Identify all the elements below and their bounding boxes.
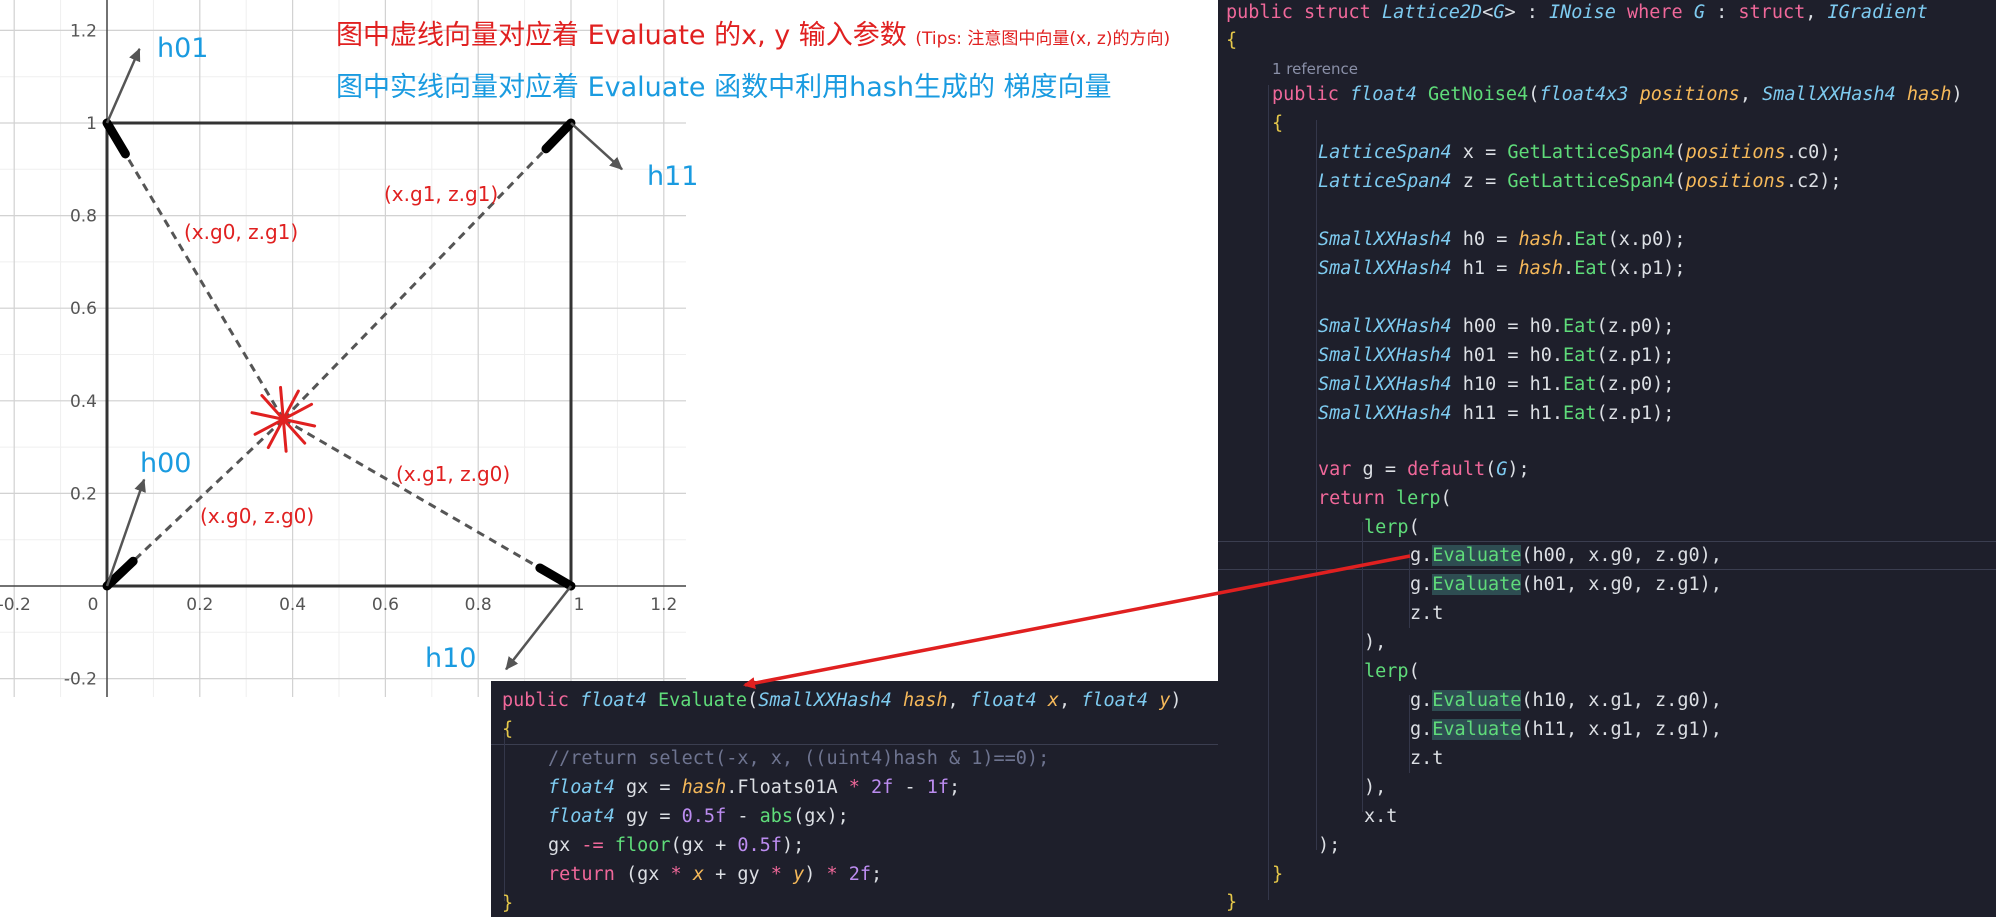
x-tick-label: 0	[88, 595, 99, 615]
x-tick-label: 0.8	[465, 595, 492, 615]
gradient-vector-h11	[570, 122, 623, 171]
code-line: public struct Lattice2D<G> : INoise wher…	[1226, 2, 1928, 23]
label-g10: (x.g1, z.g0)	[396, 462, 510, 486]
gradient-vectors	[105, 48, 623, 671]
x-tick-label: -0.2	[0, 595, 31, 615]
code-line: return lerp(	[1318, 488, 1452, 509]
code-line: //return select(-x, x, ((uint4)hash & 1)…	[548, 748, 1050, 769]
gradient-vector-h01	[105, 48, 141, 124]
code-line: {	[502, 719, 514, 740]
axes	[0, 0, 686, 697]
code-line: SmallXXHash4 h00 = h0.Eat(z.p0);	[1318, 316, 1675, 337]
label-h11: h11	[647, 161, 698, 192]
label-h00: h00	[140, 448, 191, 479]
annotation-dashed-vectors: 图中虚线向量对应着 Evaluate 的x, y 输入参数 (Tips: 注意图…	[336, 13, 1170, 52]
code-line: float4 gx = hash.Floats01A * 2f - 1f;	[548, 777, 961, 798]
label-g11: (x.g1, z.g1)	[384, 182, 498, 206]
y-tick-label: 0.4	[70, 392, 97, 412]
dashed-vector-11	[282, 121, 573, 421]
code-line: public float4 Evaluate(SmallXXHash4 hash…	[502, 690, 1182, 711]
corner-mark-01	[102, 118, 130, 159]
label-g00: (x.g0, z.g0)	[200, 504, 314, 528]
code-line: lerp(	[1364, 517, 1420, 538]
code-line: );	[1318, 835, 1341, 856]
x-tick-label: 1	[574, 595, 585, 615]
code-line: g.Evaluate(h10, x.g1, z.g0),	[1410, 690, 1722, 711]
indent-guide	[1362, 522, 1363, 812]
code-line: }	[1272, 864, 1284, 885]
code-line: }	[1226, 892, 1238, 913]
corner-mark-10	[535, 563, 576, 591]
code-line: z.t	[1410, 748, 1444, 769]
code-line: {	[1226, 30, 1238, 51]
y-tick-label: 1.2	[70, 21, 97, 41]
code-line: x.t	[1364, 806, 1398, 827]
code-line: SmallXXHash4 h1 = hash.Eat(x.p1);	[1318, 258, 1686, 279]
annotation-tips: (Tips: 注意图中向量(x, z)的方向)	[915, 29, 1171, 49]
code-line: float4 gy = 0.5f - abs(gx);	[548, 806, 849, 827]
dashed-vector-01	[105, 122, 285, 421]
indent-guide	[1316, 120, 1317, 850]
code-editor-evaluate[interactable]: public float4 Evaluate(SmallXXHash4 hash…	[491, 681, 1218, 917]
label-h10: h10	[425, 643, 476, 674]
code-line: ),	[1364, 632, 1387, 653]
y-tick-label: 0.8	[70, 207, 97, 227]
dashed-vector-10	[282, 418, 572, 588]
label-h01: h01	[157, 33, 208, 64]
code-line: {	[1272, 113, 1284, 134]
y-tick-label: 1	[86, 114, 97, 134]
code-line: gx -= floor(gx + 0.5f);	[548, 835, 805, 856]
code-line: LatticeSpan4 z = GetLatticeSpan4(positio…	[1318, 171, 1842, 192]
code-editor-getnoise4[interactable]: public struct Lattice2D<G> : INoise wher…	[1218, 0, 1996, 917]
code-line: g.Evaluate(h01, x.g0, z.g1),	[1410, 574, 1722, 595]
code-line: public float4 GetNoise4(float4x3 positio…	[1272, 84, 1963, 105]
code-line: SmallXXHash4 h0 = hash.Eat(x.p0);	[1318, 229, 1686, 250]
indent-guide	[504, 733, 505, 901]
code-line: return (gx * x + gy * y) * 2f;	[548, 864, 883, 885]
code-line: z.t	[1410, 603, 1444, 624]
indent-guide	[1268, 85, 1269, 900]
x-tick-label: 1.2	[650, 595, 677, 615]
y-tick-label: 0.2	[70, 484, 97, 504]
annotation-dashed-text: 图中虚线向量对应着 Evaluate 的x, y 输入参数	[336, 20, 907, 51]
y-tick-label: -0.2	[64, 670, 97, 690]
corner-mark-11	[541, 118, 576, 154]
code-line: var g = default(G);	[1318, 459, 1530, 480]
code-line: g.Evaluate(h00, x.g0, z.g0),	[1410, 545, 1722, 566]
x-tick-label: 0.6	[372, 595, 399, 615]
annotation-solid-vectors: 图中实线向量对应着 Evaluate 函数中利用hash生成的 梯度向量	[336, 72, 1112, 103]
code-line: SmallXXHash4 h11 = h1.Eat(z.p1);	[1318, 403, 1675, 424]
code-line: LatticeSpan4 x = GetLatticeSpan4(positio…	[1318, 142, 1842, 163]
x-tick-label: 0.2	[186, 595, 213, 615]
x-tick-label: 0.4	[279, 595, 306, 615]
plot-labels: h01 h11 h00 h10 (x.g0, z.g1) (x.g1, z.g1…	[140, 33, 698, 674]
code-line: }	[502, 893, 514, 914]
lattice-plot: -0.2 0 0.2 0.4 0.6 0.8 1 1.2 1.2 1 0.8 0…	[0, 0, 698, 697]
code-line: lerp(	[1364, 661, 1420, 682]
major-grid	[0, 0, 686, 697]
code-line: SmallXXHash4 h10 = h1.Eat(z.p0);	[1318, 374, 1675, 395]
code-line: SmallXXHash4 h01 = h0.Eat(z.p1);	[1318, 345, 1675, 366]
label-g01: (x.g0, z.g1)	[184, 220, 298, 244]
y-tick-label: 0.6	[70, 299, 97, 319]
code-line: g.Evaluate(h11, x.g1, z.g1),	[1410, 719, 1722, 740]
gradient-vector-h10	[505, 585, 572, 671]
code-line: ),	[1364, 777, 1387, 798]
